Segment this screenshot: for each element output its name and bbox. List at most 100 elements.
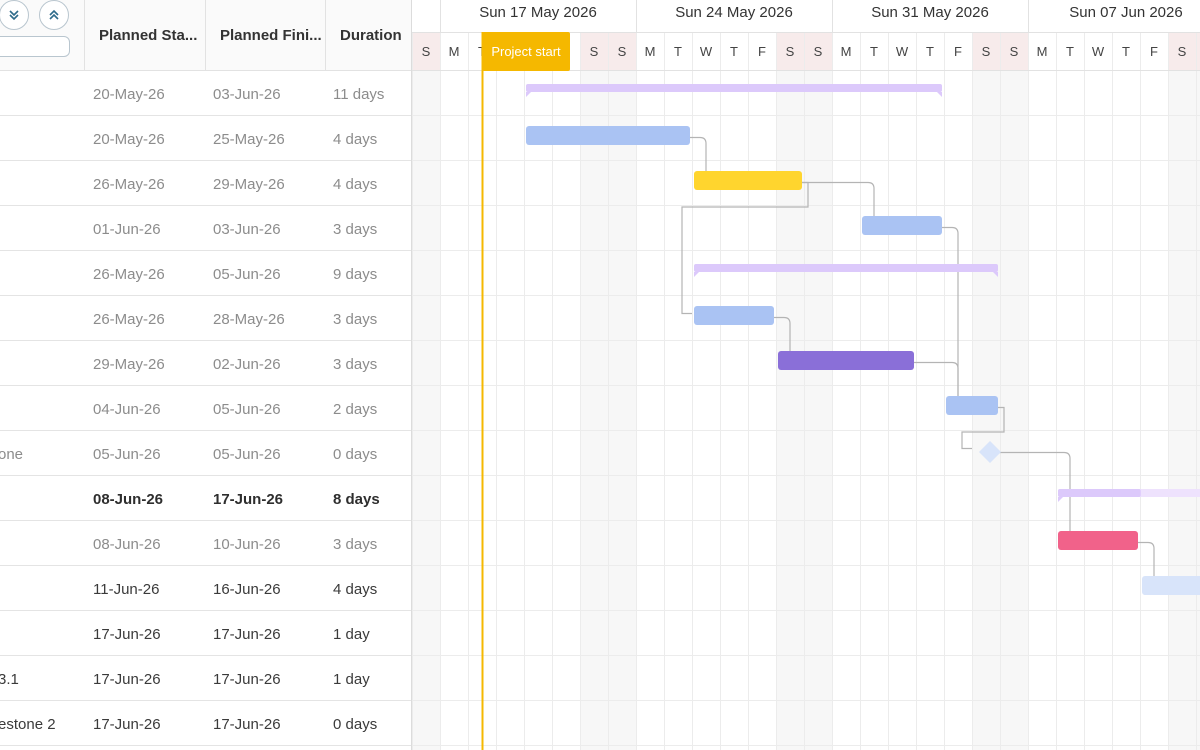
table-row[interactable]: 20-May-26 25-May-26 4 days: [0, 116, 411, 161]
table-row[interactable]: 26-May-26 05-Jun-26 9 days: [0, 251, 411, 296]
task-bar[interactable]: [1058, 531, 1138, 550]
summary-bar[interactable]: [694, 264, 998, 272]
day-label: M: [645, 44, 656, 59]
table-row[interactable]: 29-May-26 02-Jun-26 3 days: [0, 341, 411, 386]
task-bar[interactable]: [778, 351, 914, 370]
grid-header: Planned Sta... Planned Fini... Duration: [0, 0, 411, 71]
day-label: S: [786, 44, 795, 59]
planned-finish-cell: 17-Jun-26: [213, 671, 281, 688]
planned-start-cell: 29-May-26: [93, 356, 165, 373]
task-name-cell: [0, 521, 82, 566]
task-name-cell: [0, 566, 82, 611]
planned-finish-cell: 25-May-26: [213, 131, 285, 148]
table-row[interactable]: 3.1 17-Jun-26 17-Jun-26 1 day: [0, 656, 411, 701]
project-start-label: Project start: [491, 44, 561, 59]
day-label: T: [674, 44, 682, 59]
table-row[interactable]: 08-Jun-26 10-Jun-26 3 days: [0, 521, 411, 566]
summary-bar-start-cap: [1058, 497, 1063, 502]
duration-cell: 3 days: [333, 221, 378, 238]
task-bar[interactable]: [862, 216, 942, 235]
planned-start-cell: 08-Jun-26: [93, 536, 161, 553]
table-row[interactable]: 17-Jun-26 17-Jun-26 1 day: [0, 611, 411, 656]
day-label: F: [1150, 44, 1158, 59]
gantt-chart[interactable]: Sun 17 May 2026 Sun 24 May 2026 Sun 31 May…: [412, 0, 1200, 750]
task-name-cell: [0, 206, 82, 251]
table-row[interactable]: 20-May-26 03-Jun-26 11 days: [0, 71, 411, 116]
day-label: S: [1010, 44, 1019, 59]
task-name-cell: [0, 341, 82, 386]
table-row[interactable]: one 05-Jun-26 05-Jun-26 0 days: [0, 431, 411, 476]
task-bar[interactable]: [694, 171, 802, 190]
planned-start-cell: 17-Jun-26: [93, 671, 161, 688]
grid-rows: 20-May-26 03-Jun-26 11 days 20-May-26 25-May…: [0, 71, 411, 746]
day-label: S: [1178, 44, 1187, 59]
planned-finish-cell: 05-Jun-26: [213, 266, 281, 283]
planned-start-cell: 20-May-26: [93, 86, 165, 103]
table-row[interactable]: 08-Jun-26 17-Jun-26 8 days: [0, 476, 411, 521]
table-row[interactable]: 26-May-26 28-May-26 3 days: [0, 296, 411, 341]
duration-cell: 8 days: [333, 491, 380, 508]
day-label: F: [758, 44, 766, 59]
planned-finish-cell: 05-Jun-26: [213, 401, 281, 418]
day-label: S: [814, 44, 823, 59]
planned-start-cell: 04-Jun-26: [93, 401, 161, 418]
task-bar[interactable]: [946, 396, 998, 415]
planned-start-cell: 26-May-26: [93, 266, 165, 283]
expand-all-button[interactable]: [0, 0, 29, 30]
planned-finish-cell: 10-Jun-26: [213, 536, 281, 553]
double-chevron-down-icon: [9, 10, 19, 21]
column-header-duration[interactable]: Duration: [325, 0, 411, 71]
gantt-canvas[interactable]: Sun 17 May 2026 Sun 24 May 2026 Sun 31 May…: [412, 0, 1200, 750]
column-header-planned-start[interactable]: Planned Sta...: [84, 0, 205, 71]
day-label: M: [449, 44, 460, 59]
table-row[interactable]: 26-May-26 29-May-26 4 days: [0, 161, 411, 206]
duration-cell: 9 days: [333, 266, 378, 283]
collapse-all-button[interactable]: [39, 0, 69, 30]
duration-cell: 4 days: [333, 581, 378, 598]
planned-start-cell: 17-Jun-26: [93, 716, 161, 733]
task-bar[interactable]: [526, 126, 690, 145]
table-row[interactable]: 01-Jun-26 03-Jun-26 3 days: [0, 206, 411, 251]
planned-start-cell: 17-Jun-26: [93, 626, 161, 643]
day-label: T: [1066, 44, 1074, 59]
day-label: T: [926, 44, 934, 59]
day-label: M: [841, 44, 852, 59]
day-label: S: [618, 44, 627, 59]
day-label: S: [982, 44, 991, 59]
task-bar[interactable]: [1142, 576, 1200, 595]
task-name-cell: [0, 116, 82, 161]
table-row[interactable]: 04-Jun-26 05-Jun-26 2 days: [0, 386, 411, 431]
planned-finish-cell: 03-Jun-26: [213, 86, 281, 103]
task-name-cell: [0, 251, 82, 296]
duration-cell: 2 days: [333, 401, 378, 418]
summary-bar[interactable]: [526, 84, 942, 92]
planned-finish-cell: 03-Jun-26: [213, 221, 281, 238]
week-label: Sun 24 May 2026: [675, 4, 793, 21]
task-name-cell: [0, 71, 82, 116]
name-filter-input[interactable]: [0, 36, 70, 57]
weekend-column: [804, 71, 832, 750]
duration-cell: 3 days: [333, 311, 378, 328]
duration-cell: 1 day: [333, 671, 370, 688]
task-name-cell: [0, 611, 82, 656]
table-row[interactable]: 11-Jun-26 16-Jun-26 4 days: [0, 566, 411, 611]
task-name-cell: one: [0, 446, 24, 463]
day-label: T: [1122, 44, 1130, 59]
planned-start-cell: 05-Jun-26: [93, 446, 161, 463]
summary-bar-end-cap: [937, 92, 942, 97]
day-label: T: [730, 44, 738, 59]
task-bar[interactable]: [694, 306, 774, 325]
task-name-cell: estone 2: [0, 716, 56, 733]
planned-finish-cell: 17-Jun-26: [213, 716, 281, 733]
column-header-planned-finish[interactable]: Planned Fini...: [205, 0, 325, 71]
day-label: M: [1037, 44, 1048, 59]
day-label: S: [590, 44, 599, 59]
planned-start-cell: 26-May-26: [93, 176, 165, 193]
table-row[interactable]: estone 2 17-Jun-26 17-Jun-26 0 days: [0, 701, 411, 746]
task-name-cell: [0, 296, 82, 341]
planned-start-cell: 26-May-26: [93, 311, 165, 328]
duration-cell: 4 days: [333, 176, 378, 193]
task-name-cell: [0, 386, 82, 431]
duration-cell: 3 days: [333, 536, 378, 553]
duration-cell: 1 day: [333, 626, 370, 643]
